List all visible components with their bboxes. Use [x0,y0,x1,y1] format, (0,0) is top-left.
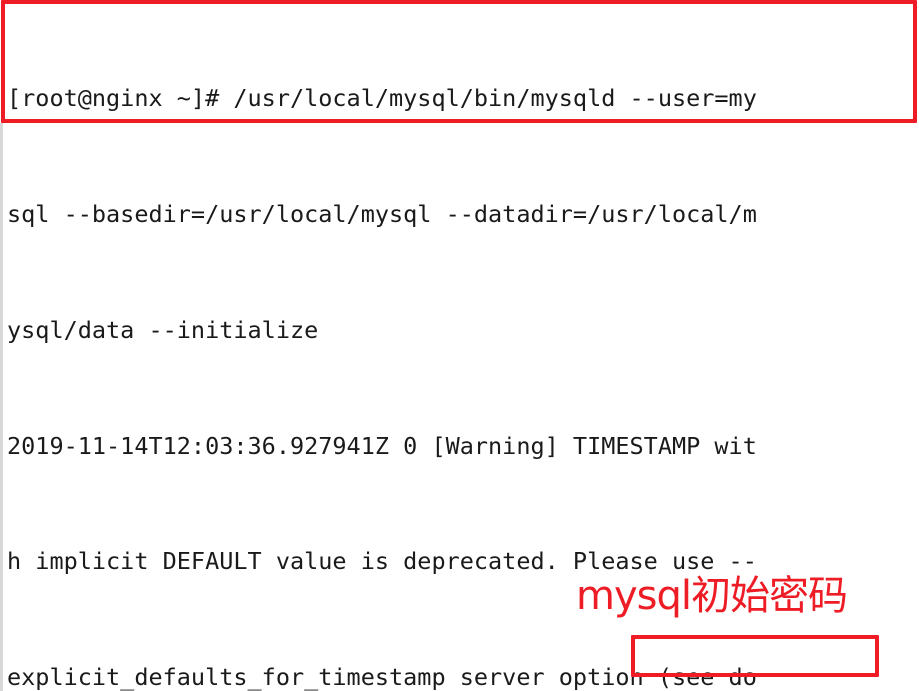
terminal-line: [root@nginx ~]# /usr/local/mysql/bin/mys… [7,84,757,113]
annotation-label: mysql初始密码 [576,573,848,619]
terminal-line: explicit_defaults_for_timestamp server o… [7,663,757,691]
terminal-line: 2019-11-14T12:03:36.927941Z 0 [Warning] … [7,431,757,460]
terminal-line: ysql/data --initialize [7,315,319,344]
terminal-line: sql --basedir=/usr/local/mysql --datadir… [7,199,757,228]
terminal-left-edge [0,123,3,691]
terminal-window[interactable]: [root@nginx ~]# /usr/local/mysql/bin/mys… [0,0,919,691]
